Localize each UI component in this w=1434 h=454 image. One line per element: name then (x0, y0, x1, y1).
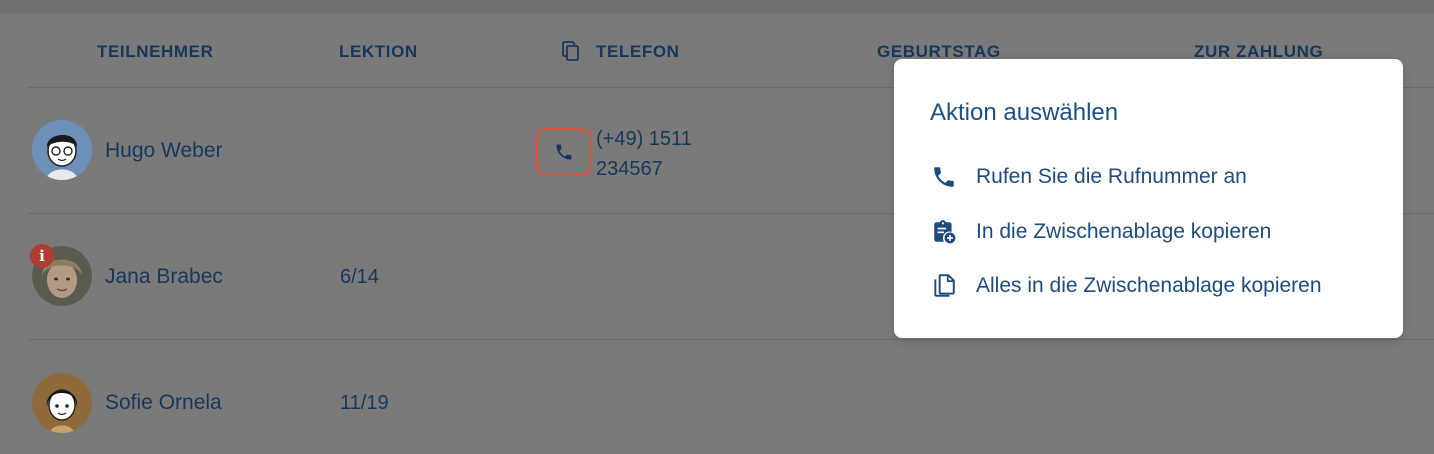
phone-line-1: (+49) 1511 (596, 128, 692, 150)
lektion-value: 6/14 (340, 266, 379, 288)
avatar (32, 373, 92, 433)
phone-line-2: 234567 (596, 158, 663, 180)
option-label: Rufen Sie die Rufnummer an (976, 165, 1247, 188)
phone-icon (554, 142, 574, 162)
phone-icon (930, 163, 958, 191)
header-teilnehmer: TEILNEHMER (97, 42, 214, 61)
action-popup: Aktion auswählen Rufen Sie die Rufnummer… (894, 59, 1403, 338)
participant-name[interactable]: Sofie Ornela (105, 391, 222, 415)
participant-name[interactable]: Jana Brabec (105, 265, 223, 289)
lektion-value: 11/19 (340, 392, 389, 414)
popup-title: Aktion auswählen (930, 99, 1119, 126)
header-telefon: TELEFON (596, 42, 680, 61)
option-label: Alles in die Zwischenablage kopieren (976, 274, 1322, 297)
header-lektion: LEKTION (339, 42, 418, 61)
option-label: In die Zwischenablage kopieren (976, 220, 1272, 243)
table-row[interactable]: Sofie Ornela 11/19 (28, 340, 1434, 454)
top-strip (0, 0, 1434, 14)
avatar (32, 120, 92, 180)
info-badge[interactable]: i (30, 244, 54, 268)
phone-number: (+49) 1511 234567 (596, 124, 692, 184)
participant-name[interactable]: Hugo Weber (105, 139, 223, 163)
call-number-option[interactable]: Rufen Sie die Rufnummer an (930, 161, 1247, 193)
copy-column-icon[interactable] (561, 41, 581, 63)
call-button[interactable] (536, 128, 592, 176)
copy-to-clipboard-option[interactable]: In die Zwischenablage kopieren (930, 216, 1271, 248)
copy-all-option[interactable]: Alles in die Zwischenablage kopieren (930, 270, 1322, 302)
clipboard-plus-icon (930, 218, 958, 246)
copy-all-icon (930, 272, 958, 300)
